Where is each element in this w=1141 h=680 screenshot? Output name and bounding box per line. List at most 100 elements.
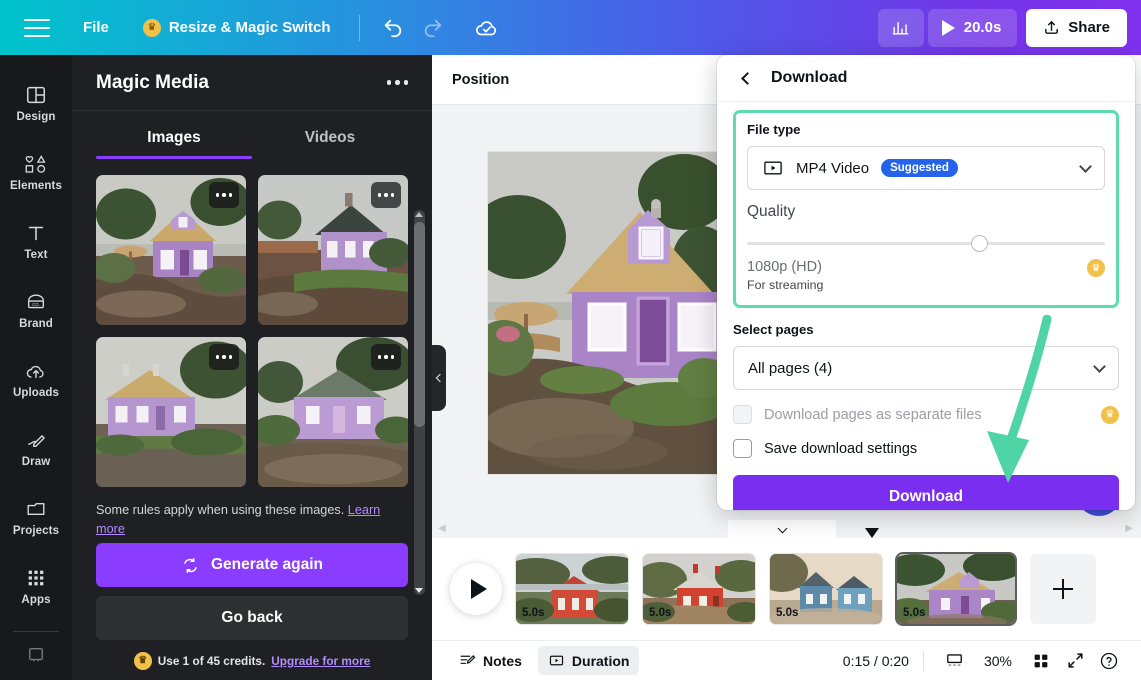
notes-button[interactable]: Notes [449, 646, 532, 675]
refresh-icon [184, 557, 197, 573]
sidebar-label-text: Text [24, 249, 48, 261]
sidebar-item-projects[interactable]: Projects [0, 483, 72, 552]
design-page[interactable] [488, 152, 718, 474]
bottom-left-group: Notes Duration [449, 646, 640, 675]
timeline-bar: ◀ ▶ 5.0s 5.0s 5.0s 5.0s [432, 520, 1141, 640]
bar-chart-icon[interactable] [877, 8, 924, 47]
scroll-down-arrow-icon[interactable] [415, 588, 423, 593]
generated-image-2[interactable] [258, 175, 408, 325]
download-header: Download [717, 55, 1135, 102]
save-settings-checkbox[interactable] [733, 439, 752, 458]
time-display: 0:15 / 0:20 [842, 652, 909, 669]
timeline-play-button[interactable] [450, 563, 502, 615]
generated-image-1[interactable] [96, 175, 246, 325]
crown-icon: ♛ [142, 18, 161, 37]
sidebar-divider [13, 631, 59, 632]
clip-duration: 5.0s [522, 607, 545, 619]
playhead-marker-icon[interactable] [865, 528, 879, 538]
generated-image-4[interactable] [258, 337, 408, 487]
sidebar-label-draw: Draw [21, 456, 51, 468]
hamburger-icon[interactable] [24, 18, 50, 37]
generated-image-3[interactable] [96, 337, 246, 487]
bottom-right-group: 0:15 / 0:20 30% [843, 646, 1126, 676]
sidebar-item-uploads[interactable]: Uploads [0, 345, 72, 414]
presenter-view-icon[interactable] [938, 646, 972, 676]
shapes-icon [25, 155, 46, 173]
separate-files-checkbox[interactable] [733, 405, 752, 424]
top-toolbar: File ♛ Resize & Magic Switch 20.0s Share [0, 0, 1141, 55]
timeline-clip-2[interactable]: 5.0s [643, 554, 755, 624]
file-type-select[interactable]: MP4 Video Suggested [747, 146, 1105, 190]
sidebar-item-text[interactable]: Text [0, 207, 72, 276]
scroll-up-arrow-icon[interactable] [415, 212, 423, 217]
select-pages-dropdown[interactable]: All pages (4) [733, 346, 1119, 390]
panel-collapse-handle[interactable] [432, 345, 446, 411]
duration-button[interactable]: Duration [537, 646, 640, 675]
slider-track [747, 242, 1105, 245]
chevron-down-icon [1093, 359, 1106, 373]
redo-icon[interactable] [422, 17, 444, 39]
sidebar-overflow-icon[interactable] [25, 646, 47, 669]
rules-text: Some rules apply when using these images… [96, 503, 345, 517]
clip-list: 5.0s 5.0s 5.0s 5.0s [516, 554, 1096, 624]
chevron-left-icon [435, 373, 445, 383]
timeline-scroll-left-icon[interactable]: ◀ [438, 523, 446, 534]
magic-media-footer: Generate again Go back ♛ Use 1 of 45 cre… [72, 543, 432, 680]
image-options-icon[interactable] [209, 344, 239, 370]
image-options-icon[interactable] [371, 344, 401, 370]
resize-magic-switch-button[interactable]: ♛ Resize & Magic Switch [142, 18, 331, 37]
sidebar-item-elements[interactable]: Elements [0, 138, 72, 207]
position-button[interactable]: Position [452, 72, 509, 88]
file-type-label: File type [747, 122, 801, 137]
cloud-check-icon[interactable] [474, 15, 500, 41]
duration-label: Duration [571, 652, 630, 669]
file-type-quality-highlight: File type MP4 Video Suggested Quality 10… [733, 110, 1119, 308]
sidebar-item-design[interactable]: Design [0, 69, 72, 138]
add-page-button[interactable] [1030, 554, 1096, 624]
back-button[interactable] [735, 67, 757, 89]
help-circle-icon[interactable] [1092, 646, 1126, 676]
timeline-scroll-right-icon[interactable]: ▶ [1125, 523, 1133, 534]
notes-label: Notes [483, 652, 522, 669]
magic-media-tabs: Images Videos [72, 115, 432, 159]
zoom-level[interactable]: 30% [984, 653, 1012, 669]
clip-duration: 5.0s [776, 607, 799, 619]
image-options-icon[interactable] [371, 182, 401, 208]
expand-icon[interactable] [1058, 646, 1092, 676]
play-icon [941, 19, 955, 36]
select-pages-label: Select pages [733, 322, 814, 337]
separate-files-row[interactable]: Download pages as separate files ♛ [733, 405, 1119, 424]
bottom-toolbar: Notes Duration 0:15 / 0:20 30% [432, 640, 1141, 680]
separate-files-label: Download pages as separate files [764, 406, 982, 423]
panel-scrollbar[interactable] [414, 210, 425, 595]
tab-videos[interactable]: Videos [252, 115, 408, 159]
quality-value: 1080p (HD) [747, 259, 822, 275]
go-back-button[interactable]: Go back [96, 596, 408, 640]
generate-again-button[interactable]: Generate again [96, 543, 408, 587]
svg-text:CO.: CO. [32, 302, 39, 307]
sidebar-item-draw[interactable]: Draw [0, 414, 72, 483]
upgrade-link[interactable]: Upgrade for more [271, 654, 370, 668]
credits-text: Use 1 of 45 credits. [157, 654, 266, 668]
undo-icon[interactable] [382, 17, 404, 39]
quality-value-row: 1080p (HD) For streaming ♛ [747, 259, 1105, 292]
share-button[interactable]: Share [1026, 8, 1127, 47]
timeline-clip-3[interactable]: 5.0s [770, 554, 882, 624]
image-options-icon[interactable] [209, 182, 239, 208]
scrollbar-thumb[interactable] [414, 222, 425, 427]
more-options-icon[interactable] [386, 80, 408, 85]
timeline-clip-1[interactable]: 5.0s [516, 554, 628, 624]
slider-thumb[interactable] [971, 235, 989, 252]
preview-duration-button[interactable]: 20.0s [927, 8, 1018, 47]
tab-images[interactable]: Images [96, 115, 252, 159]
file-type-value: MP4 Video [796, 159, 870, 177]
sidebar-item-apps[interactable]: Apps [0, 552, 72, 621]
download-button[interactable]: Download [733, 475, 1119, 510]
quality-slider[interactable] [747, 234, 1105, 252]
grid-view-icon[interactable] [1024, 646, 1058, 676]
sidebar-item-brand[interactable]: CO. Brand [0, 276, 72, 345]
save-settings-row[interactable]: Save download settings [733, 439, 1119, 458]
file-menu-button[interactable]: File [83, 19, 109, 36]
bottom-divider [922, 650, 924, 671]
timeline-clip-4[interactable]: 5.0s [897, 554, 1015, 624]
